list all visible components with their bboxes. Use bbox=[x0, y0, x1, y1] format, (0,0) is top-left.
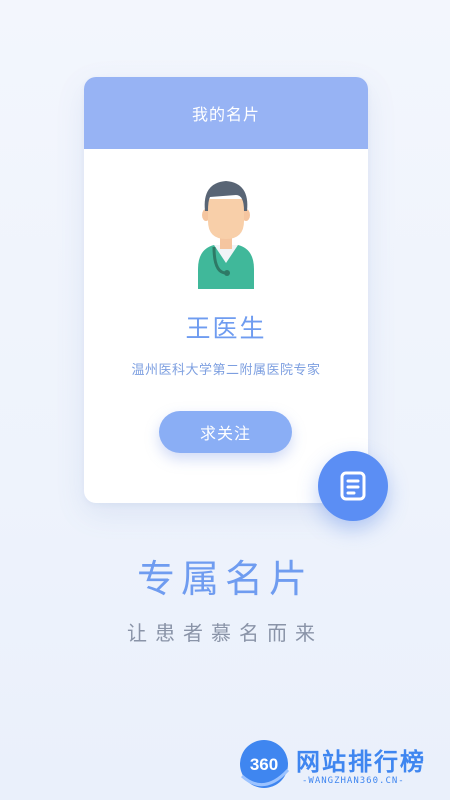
card-header: 我的名片 bbox=[84, 77, 368, 149]
watermark: 360 网站排行榜 -WANGZHAN360.CN- bbox=[236, 736, 444, 796]
hospital-title: 温州医科大学第二附属医院专家 bbox=[131, 363, 321, 378]
headline: 专属名片 bbox=[136, 557, 313, 601]
card-title: 我的名片 bbox=[191, 105, 260, 124]
doctor-avatar-icon bbox=[198, 181, 254, 289]
document-fab-button[interactable] bbox=[318, 451, 388, 521]
doctor-name: 王医生 bbox=[185, 314, 267, 343]
subline: 让患者慕名而来 bbox=[127, 621, 323, 645]
watermark-domain: -WANGZHAN360.CN- bbox=[302, 776, 405, 786]
follow-button[interactable]: 求关注 bbox=[159, 411, 292, 453]
watermark-name: 网站排行榜 bbox=[296, 748, 426, 776]
document-icon bbox=[340, 471, 366, 501]
business-card: 我的名片 王医生 温州医科大学第二附属医院专家 求关注 bbox=[84, 77, 368, 503]
watermark-logo-text: 360 bbox=[250, 755, 278, 774]
watermark-logo-icon: 360 bbox=[240, 740, 290, 788]
